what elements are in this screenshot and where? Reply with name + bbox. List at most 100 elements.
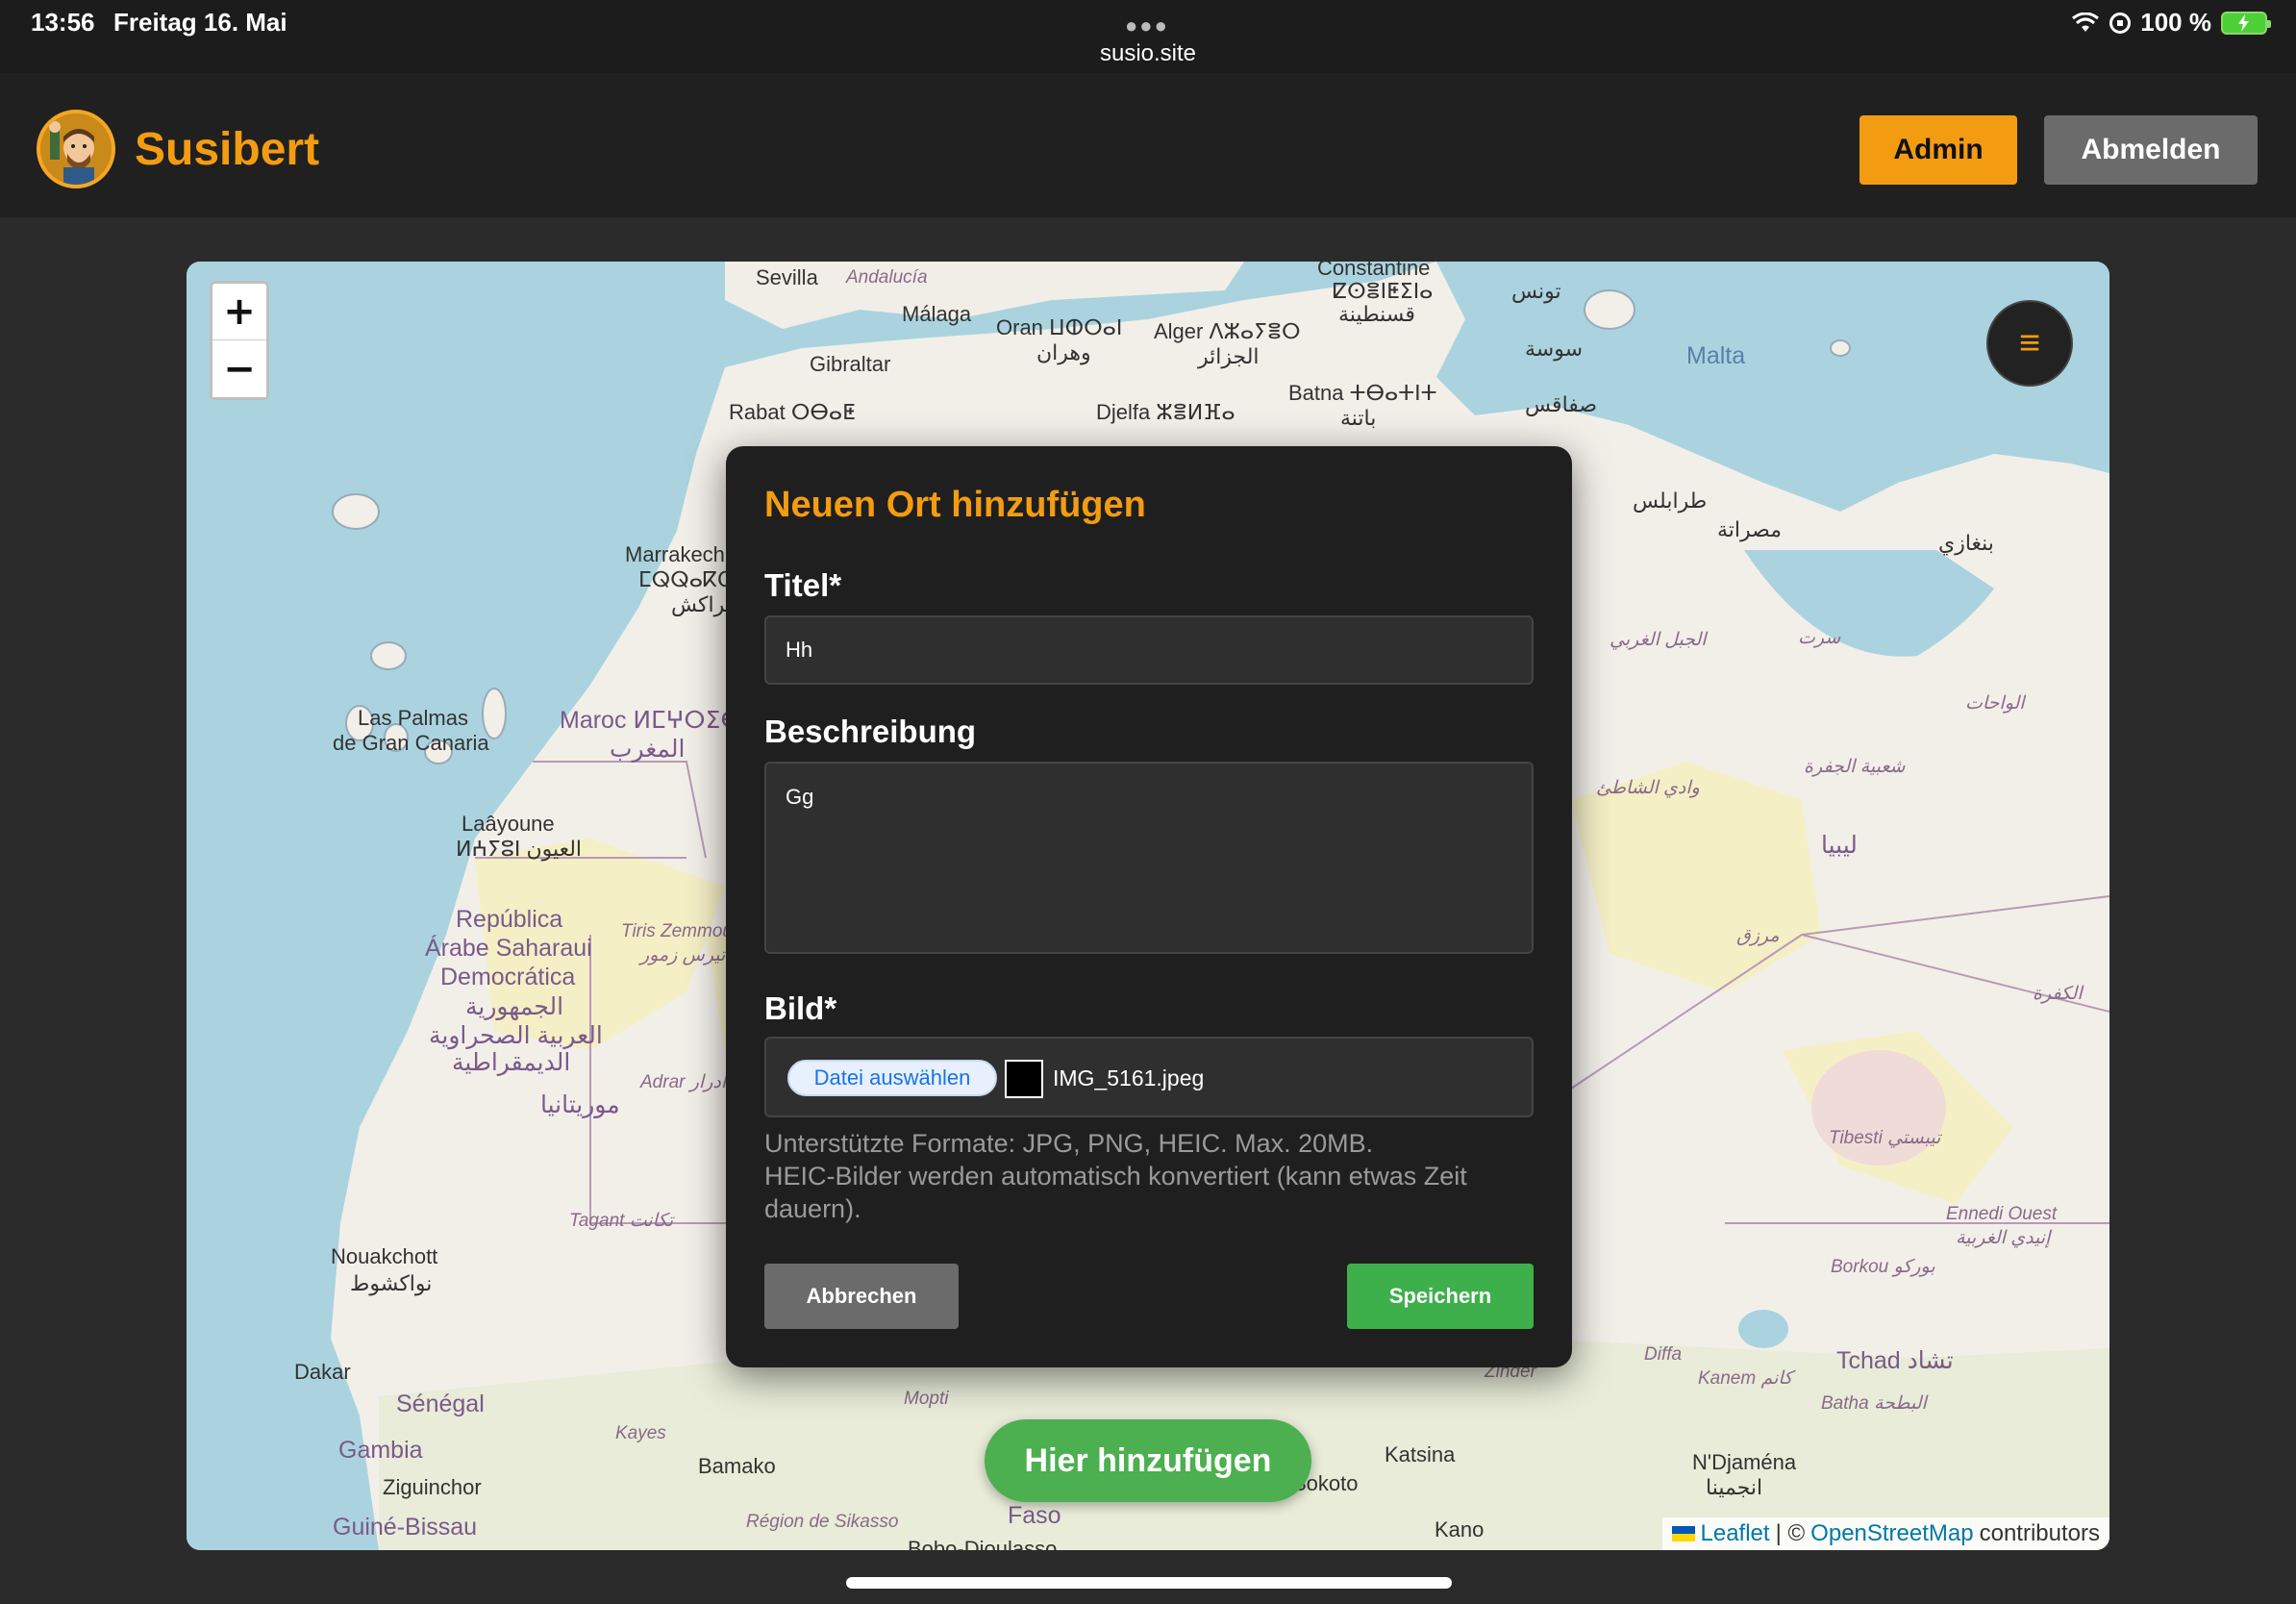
map-label: Laâyoune [462, 812, 555, 836]
leaflet-link[interactable]: Leaflet [1701, 1520, 1770, 1547]
map-label: Katsina [1385, 1442, 1456, 1466]
map-label: Málaga [902, 302, 972, 326]
map-label: صفاقس [1525, 392, 1598, 416]
map-label: Kanem كانم [1698, 1368, 1793, 1389]
map-label: Maroc ⵍⵎⵖⵔⵉⴱ [560, 707, 742, 734]
rotation-lock-icon [2109, 12, 2132, 34]
map-label: وهران [1036, 340, 1091, 364]
map-label: Bamako [698, 1454, 776, 1478]
map-label: Dakar [294, 1360, 351, 1384]
add-place-modal: Neuen Ort hinzufügen Titel* Beschreibung… [726, 446, 1572, 1367]
choose-file-button[interactable]: Datei auswählen [787, 1060, 997, 1096]
map-label: سوسة [1525, 337, 1584, 361]
map-label: Tibesti تيبستي [1829, 1128, 1941, 1148]
map-label: الجمهورية [465, 993, 564, 1020]
attribution-tail: contributors [1979, 1520, 2100, 1546]
file-name: IMG_5161.jpeg [1053, 1065, 1205, 1090]
map-label: ⵎⵕⵕⴰⴽⵛ [638, 567, 733, 591]
map-label: موريتانيا [540, 1091, 620, 1118]
map-label: ⵇⵙⴻⵏⵟⵉⵏⴰ [1333, 279, 1434, 303]
osm-link[interactable]: OpenStreetMap [1810, 1520, 1973, 1547]
title-input[interactable] [764, 615, 1534, 685]
map-label: Mopti [904, 1389, 949, 1409]
map-label: وادي الشاطئ [1596, 778, 1700, 798]
map-label: Rabat ⵔⴱⴰⵟ [729, 400, 856, 424]
more-dots-icon[interactable]: ●●● [1125, 13, 1169, 38]
map-label: الجزائر [1198, 344, 1260, 368]
map-label: سرت [1798, 628, 1841, 648]
map-label: Malta [1686, 342, 1746, 369]
zoom-control: + − [210, 281, 269, 400]
map-label: Andalucía [846, 267, 928, 288]
map-label: الجبل الغربي [1610, 630, 1707, 650]
map-label: Árabe Saharaui [425, 935, 592, 962]
address-url[interactable]: susio.site [0, 40, 2296, 67]
map-label: Gibraltar [810, 352, 891, 376]
map-label: Ennedi Ouest [1946, 1204, 2058, 1224]
map-label: Alger ⴷⵣⴰⵢⴻⵔ [1154, 319, 1301, 343]
map-label: Sevilla [756, 265, 818, 289]
description-label: Beschreibung [764, 714, 977, 749]
home-indicator[interactable] [846, 1577, 1452, 1589]
map-label: الواحات [1965, 693, 2025, 714]
logo-avatar[interactable] [37, 110, 115, 188]
map-label: Gambia [338, 1437, 423, 1464]
map-label: Guiné-Bissau [333, 1514, 478, 1541]
map-label: Constantine [1317, 262, 1431, 280]
title-label: Titel* [764, 567, 842, 603]
cancel-button[interactable]: Abbrechen [764, 1264, 959, 1329]
image-label: Bild* [764, 990, 837, 1026]
map-label: مرزق [1736, 926, 1780, 946]
map-label: Tchad تشاد [1836, 1347, 1954, 1374]
description-textarea[interactable]: Gg [764, 762, 1534, 954]
map-label: تونس [1511, 279, 1561, 303]
map-label: المغرب [610, 736, 686, 763]
map-label: تيرس زمور [640, 945, 726, 965]
map-label: Nouakchott [331, 1244, 438, 1268]
map-label: Kano [1435, 1517, 1485, 1541]
attribution-separator: | © [1775, 1520, 1806, 1546]
map-label: N'Djaména [1692, 1450, 1797, 1474]
file-input[interactable]: Datei auswählen IMG_5161.jpeg [764, 1037, 1534, 1117]
format-hint: Unterstützte Formate: JPG, PNG, HEIC. Ma… [764, 1127, 1534, 1225]
menu-icon[interactable]: ≡ [1986, 300, 2073, 387]
map-label: de Gran Canaria [333, 731, 489, 755]
battery-percent: 100 % [2140, 8, 2211, 37]
map-label: Ziguinchor [383, 1475, 482, 1499]
map-label: Diffa [1644, 1344, 1683, 1365]
add-here-button[interactable]: Hier hinzufügen [985, 1419, 1311, 1502]
zoom-in-button[interactable]: + [212, 284, 266, 340]
map-label: República [456, 906, 563, 933]
heic-hint-line: HEIC-Bilder werden automatisch konvertie… [764, 1162, 1467, 1223]
status-bar: 13:56 Freitag 16. Mai ●●● susio.site 100… [0, 0, 2296, 73]
map-label: Bobo-Dioulasso [908, 1537, 1058, 1550]
map-label: ⵍⵄⵢⵓⵏ العيون [456, 837, 583, 861]
map-label: بنغازي [1938, 531, 1994, 555]
map-label: Borkou بوركو [1831, 1257, 1935, 1277]
format-hint-line: Unterstützte Formate: JPG, PNG, HEIC. Ma… [764, 1129, 1374, 1158]
map-label: Batha البطحة [1821, 1393, 1927, 1414]
zoom-out-button[interactable]: − [212, 340, 266, 397]
map-label: Marrakech [625, 542, 725, 566]
map-label: Oran ⵡⵀⵔⴰⵏ [996, 315, 1123, 339]
file-thumbnail [1005, 1060, 1043, 1098]
map-label: نواكشوط [350, 1271, 433, 1295]
map-label: الكفرة [2033, 984, 2083, 1004]
modal-title: Neuen Ort hinzufügen [764, 485, 1146, 525]
map-label: Région de Sikasso [746, 1512, 899, 1532]
map-label: باتنة [1340, 406, 1377, 430]
map-label: طرابلس [1633, 489, 1708, 513]
map-label: Sénégal [396, 1391, 485, 1417]
map-label: Tiris Zemmour [621, 921, 739, 941]
map-label: Democrática [440, 964, 576, 990]
status-time: 13:56 [31, 8, 95, 37]
save-button[interactable]: Speichern [1347, 1264, 1534, 1329]
map-attribution: Leaflet | © OpenStreetMap contributors [1661, 1517, 2109, 1550]
map-label: العربية الصحراوية [429, 1022, 603, 1049]
brand-name[interactable]: Susibert [135, 123, 319, 176]
map-label: ليبيا [1821, 832, 1858, 859]
logout-button[interactable]: Abmelden [2044, 115, 2258, 185]
map-label: Tagant تكانت [569, 1211, 674, 1231]
admin-button[interactable]: Admin [1859, 115, 2017, 185]
map-label: شعبية الجفرة [1804, 757, 1906, 777]
